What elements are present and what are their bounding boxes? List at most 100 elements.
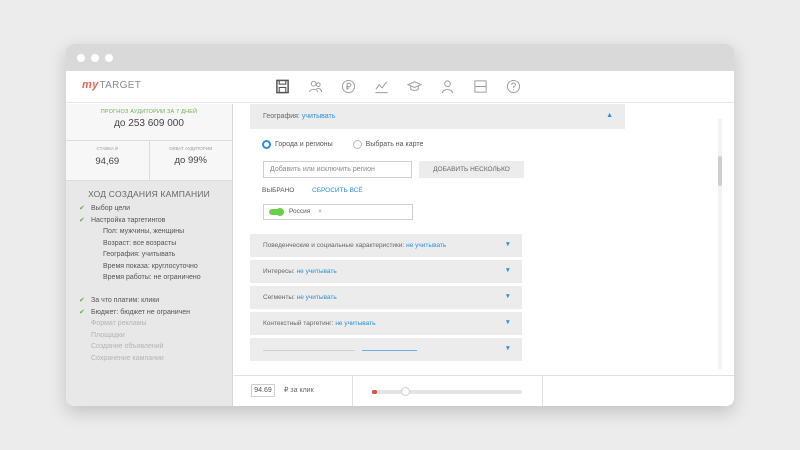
radio-cities[interactable] [262, 140, 271, 149]
reset-all-link[interactable]: СБРОСИТЬ ВСЁ [312, 187, 363, 194]
campaign-step[interactable]: Пол: мужчины, женщины [66, 226, 232, 238]
behavior-title: Поведенческие и социальные характеристик… [263, 242, 446, 249]
context-title-label: Контекстный таргетинг: [263, 320, 334, 327]
context-title: Контекстный таргетинг: не учитывать [263, 320, 375, 327]
interests-status[interactable]: не учитывать [297, 268, 337, 275]
mytarget-logo[interactable]: my TARGET [82, 79, 141, 91]
campaign-step-label: За что платим: клики [91, 297, 160, 304]
title-bar [66, 44, 734, 71]
bid-slider-fill [372, 390, 377, 394]
scrollbar-thumb[interactable] [718, 156, 722, 186]
campaign-step[interactable]: Время показа: круглосуточно [66, 261, 232, 273]
bid-slider[interactable] [372, 387, 522, 396]
campaign-steps: ✔ Выбор цели ✔ Настройка таргетингов Пол: му… [66, 203, 232, 364]
campaign-step[interactable] [66, 284, 232, 296]
campaign-step-label: Сохранение кампании [91, 354, 164, 362]
region-search-input[interactable]: Добавить или исключить регион [263, 161, 412, 178]
check-icon: ✔ [79, 216, 85, 224]
expand-arrow-icon[interactable]: ▼ [505, 293, 511, 300]
interests-title-label: Интересы: [263, 268, 295, 275]
check-icon: ✔ [79, 297, 85, 304]
geo-section-title: География: учитывать [263, 113, 335, 120]
interests-section[interactable]: Интересы: не учитывать ▼ [250, 260, 522, 283]
bid-slider-handle[interactable] [401, 387, 410, 396]
app-header: my TARGET [66, 71, 734, 103]
campaign-step[interactable]: ✔ За что платим: клики [66, 295, 232, 307]
radio-cities-label[interactable]: Города и регионы [275, 141, 333, 148]
region-toggle[interactable] [269, 208, 284, 216]
context-section[interactable]: Контекстный таргетинг: не учитывать ▼ [250, 312, 522, 335]
targeting-panel: География: учитывать ▲ Города и регионы … [234, 104, 734, 374]
expand-arrow-icon[interactable]: ▼ [505, 267, 511, 274]
campaign-stats: СТАВКА ₽ 94,69 ОХВАТ АУДИТОРИИ до 99% [66, 141, 232, 181]
geo-status[interactable]: учитывать [302, 113, 336, 120]
campaign-step-label: Время показа: круглосуточно [103, 262, 198, 270]
campaign-step-label: География: учитывать [103, 251, 176, 258]
campaign-step-label: Время работы: не ограничено [103, 274, 201, 281]
bid-bar: 94.69 ₽ за клик [234, 375, 734, 406]
profile-icon[interactable] [439, 78, 456, 95]
campaign-step[interactable]: Время работы: не ограничено [66, 272, 232, 284]
audience-forecast: ПРОГНОЗ АУДИТОРИИ ЗА 7 ДНЕЙ до 253 609 0… [66, 104, 232, 141]
campaign-step[interactable]: Площадки [66, 330, 232, 342]
placeholder-section[interactable]: ▼ [250, 338, 522, 361]
audience-icon[interactable] [307, 78, 324, 95]
remove-region-icon[interactable]: × [318, 208, 322, 215]
context-status[interactable]: не учитывать [335, 320, 375, 327]
rate-stat: СТАВКА ₽ 94,69 [66, 141, 149, 180]
behavior-section[interactable]: Поведенческие и социальные характеристик… [250, 234, 522, 257]
segments-title-label: Сегменты: [263, 294, 295, 301]
radio-map-label[interactable]: Выбрать на карте [366, 141, 424, 148]
campaign-step-label: Площадки [91, 331, 125, 339]
check-icon: ✔ [79, 308, 85, 316]
expand-arrow-icon[interactable]: ▼ [505, 319, 511, 326]
campaign-step[interactable]: Создание объявлений [66, 341, 232, 353]
campaign-step[interactable]: Возраст: все возрасты [66, 238, 232, 250]
expand-arrow-icon[interactable]: ▼ [505, 241, 511, 248]
segments-section[interactable]: Сегменты: не учитывать ▼ [250, 286, 522, 309]
geo-section-header[interactable]: География: учитывать ▲ [250, 104, 625, 129]
ruble-icon[interactable] [340, 78, 357, 95]
campaign-sidebar: ПРОГНОЗ АУДИТОРИИ ЗА 7 ДНЕЙ до 253 609 0… [66, 104, 233, 406]
radio-map[interactable] [352, 140, 362, 149]
help-icon[interactable] [505, 78, 522, 95]
placeholder-line-accent [362, 350, 417, 351]
interests-title: Интересы: не учитывать [263, 268, 337, 275]
window-dot-minimize[interactable] [91, 54, 99, 62]
expand-arrow-icon[interactable]: ▼ [505, 345, 511, 352]
window-dot-close[interactable] [77, 54, 85, 62]
campaign-step[interactable]: ✔ Настройка таргетингов [66, 215, 232, 227]
campaign-step[interactable]: Формат рекламы [66, 318, 232, 330]
segments-status[interactable]: не учитывать [297, 294, 337, 301]
placeholder-line [263, 350, 355, 351]
rate-value: 94,69 [95, 156, 120, 167]
campaign-step[interactable]: Сохранение кампании [66, 353, 232, 365]
geo-title-label: География: [263, 113, 300, 120]
campaign-step[interactable]: География: учитывать [66, 249, 232, 261]
stats-icon[interactable] [373, 78, 390, 95]
behavior-status[interactable]: не учитывать [406, 242, 446, 249]
education-icon[interactable] [406, 78, 423, 95]
campaign-step-label: Настройка таргетингов [91, 216, 166, 224]
campaign-step-label: Пол: мужчины, женщины [103, 228, 185, 235]
cpc-input[interactable]: 94.69 [251, 384, 275, 397]
logo-my: my [82, 79, 99, 91]
geo-mode-radios: Города и регионы Выбрать на карте [262, 140, 423, 149]
coverage-stat: ОХВАТ АУДИТОРИИ до 99% [148, 141, 233, 180]
region-chip: Россия × [263, 204, 413, 220]
campaign-step-label: Формат рекламы [91, 320, 147, 327]
window-icon[interactable] [472, 78, 489, 95]
coverage-label: ОХВАТ АУДИТОРИИ [169, 146, 213, 151]
audience-forecast-value: до 253 609 000 [114, 118, 184, 129]
campaign-progress-title: ХОД СОЗДАНИЯ КАМПАНИИ [88, 189, 210, 199]
add-many-button[interactable]: ДОБАВИТЬ НЕСКОЛЬКО [419, 161, 524, 178]
collapse-arrow-icon[interactable]: ▲ [606, 112, 613, 119]
campaign-step-label: Возраст: все возрасты [103, 239, 177, 247]
save-icon[interactable] [274, 78, 291, 95]
window-dot-maximize[interactable] [105, 54, 113, 62]
bid-divider [542, 376, 543, 406]
campaign-step[interactable]: ✔ Бюджет: бюджет не ограничен [66, 307, 232, 319]
campaign-step[interactable]: ✔ Выбор цели [66, 203, 232, 215]
audience-forecast-label: ПРОГНОЗ АУДИТОРИИ ЗА 7 ДНЕЙ [100, 109, 198, 115]
coverage-value: до 99% [174, 155, 207, 166]
